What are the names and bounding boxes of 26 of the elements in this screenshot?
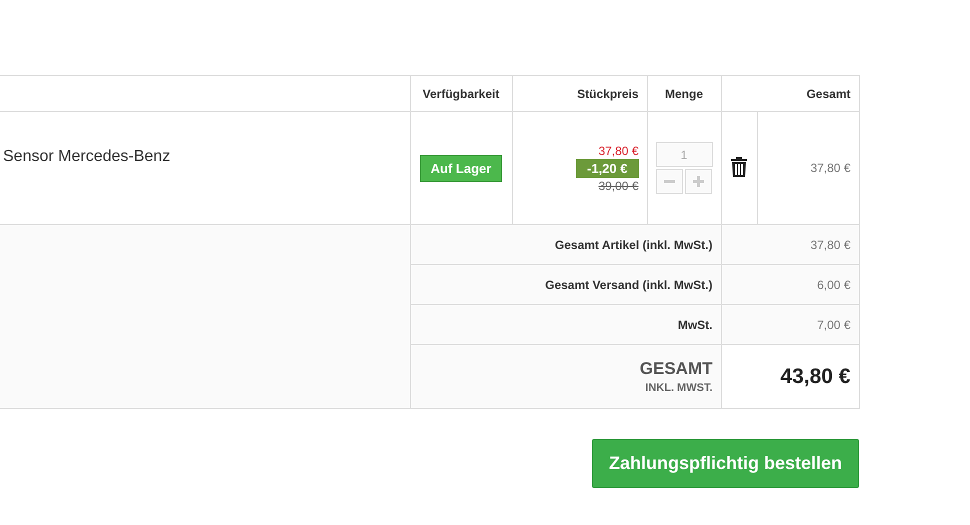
line-total: 37,80 €: [810, 161, 850, 175]
discount-badge: -1,20 €: [576, 158, 638, 178]
summary-label: MwSt.: [678, 318, 712, 332]
tax-note: INKL. MWST.: [644, 382, 712, 394]
order-button[interactable]: Zahlungspflichtig bestellen: [592, 439, 859, 488]
old-price: 39,00 €: [598, 178, 638, 192]
column-header: Verfügbarkeit: [410, 76, 512, 112]
summary-value: 7,00 €: [817, 318, 850, 332]
quantity-field[interactable]: 1: [656, 142, 712, 167]
decrease-button[interactable]: [656, 169, 683, 194]
summary-value: 37,80 €: [810, 238, 850, 252]
trash-icon[interactable]: [731, 156, 747, 176]
column-header: Menge: [647, 76, 721, 112]
summary-label: Gesamt Versand (inkl. MwSt.): [545, 278, 712, 292]
summary-value: 6,00 €: [817, 278, 850, 292]
grand-total-value: 43,80 €: [780, 364, 850, 388]
column-header: Gesamt: [721, 76, 859, 112]
column-header: Stückpreis: [512, 76, 647, 112]
price: 37,80 €: [598, 144, 638, 158]
increase-button[interactable]: [685, 169, 712, 194]
stock-badge: Auf Lager: [420, 154, 502, 182]
summary-label: Gesamt Artikel (inkl. MwSt.): [554, 238, 712, 252]
minus-icon: [664, 180, 675, 183]
plus-icon: [693, 176, 704, 187]
grand-total-label: GESAMT: [638, 359, 712, 379]
product-name[interactable]: Sensor Mercedes-Benz: [3, 148, 170, 165]
